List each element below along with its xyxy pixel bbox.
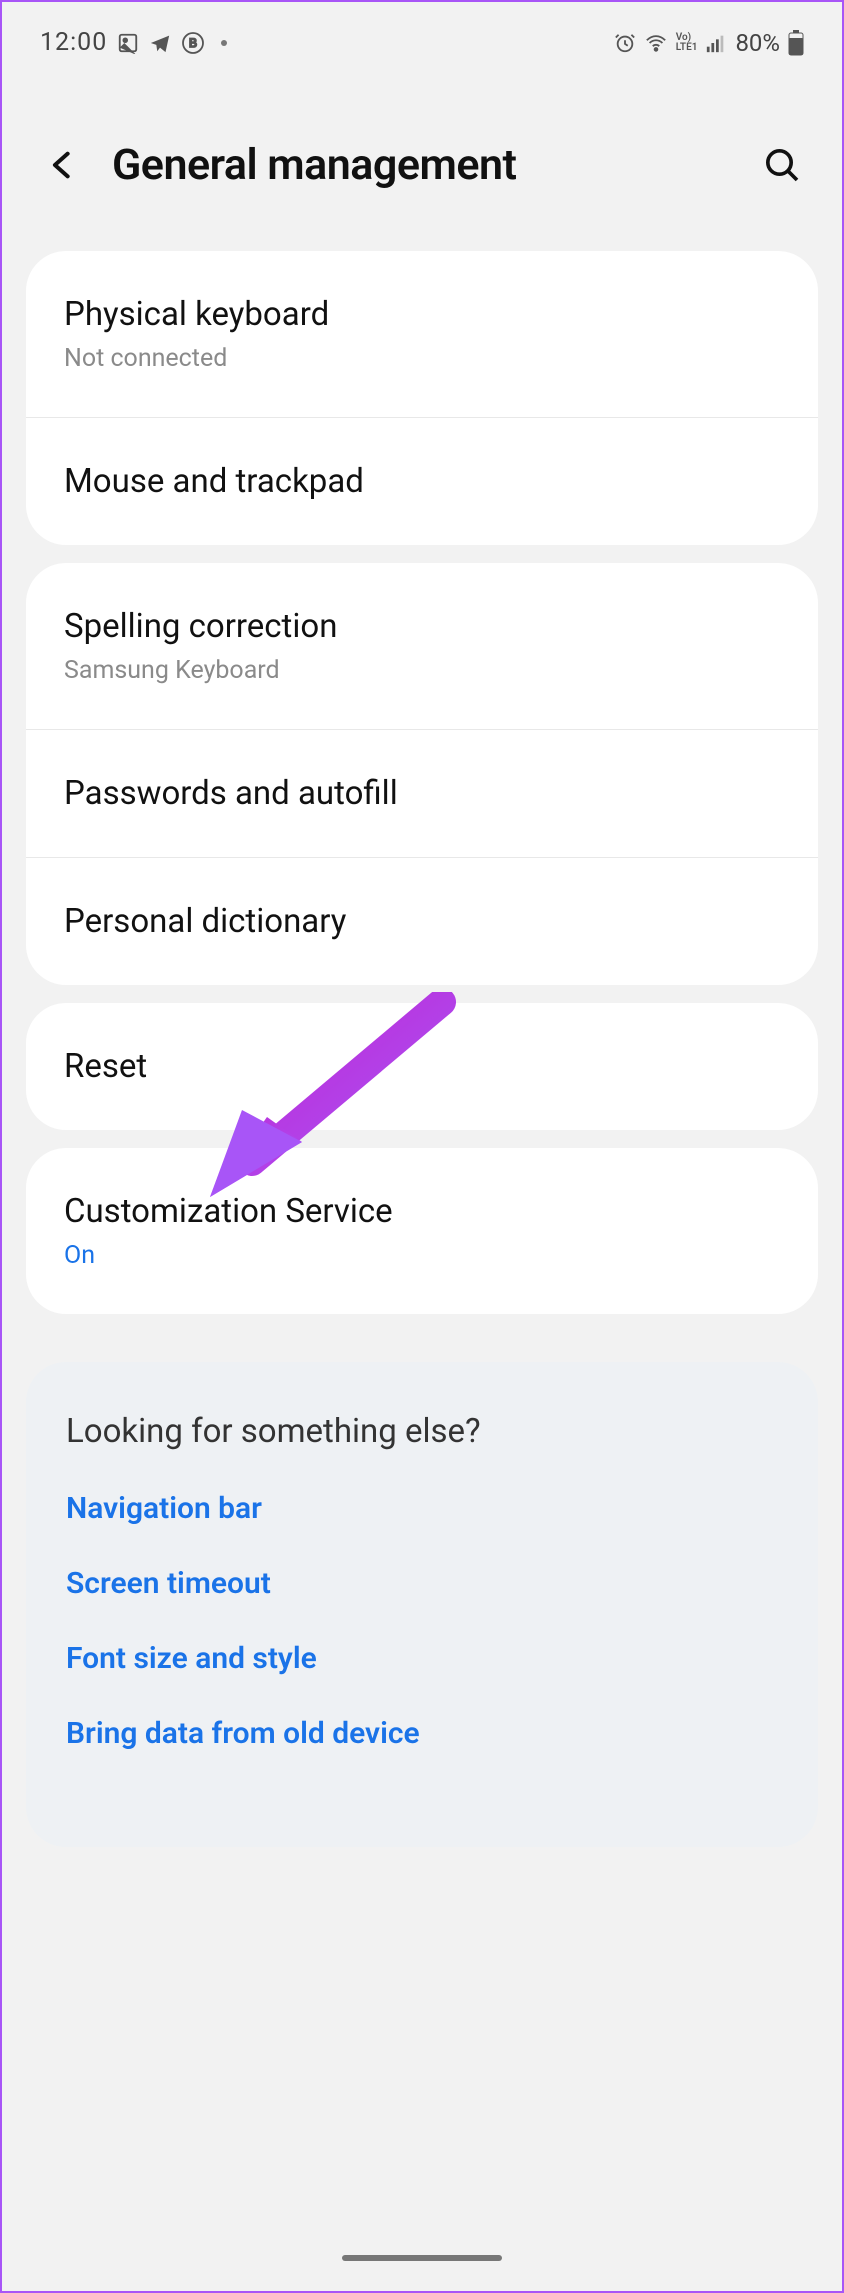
item-subtitle: Samsung Keyboard <box>64 656 780 685</box>
item-title: Physical keyboard <box>64 295 780 334</box>
physical-keyboard-item[interactable]: Physical keyboard Not connected <box>26 251 818 417</box>
item-title: Spelling correction <box>64 607 780 646</box>
item-title: Passwords and autofill <box>64 774 780 813</box>
passwords-autofill-item[interactable]: Passwords and autofill <box>26 729 818 857</box>
screen-timeout-link[interactable]: Screen timeout <box>66 1566 778 1601</box>
item-title: Reset <box>64 1047 780 1086</box>
item-title: Customization Service <box>64 1192 780 1231</box>
related-title: Looking for something else? <box>66 1412 778 1451</box>
settings-group-input: Physical keyboard Not connected Mouse an… <box>26 251 818 545</box>
wifi-icon <box>644 32 668 54</box>
signal-icon <box>705 32 727 54</box>
status-bar: 12:00 B Vo)LTE1 80% <box>2 2 842 67</box>
settings-group-customization: Customization Service On <box>26 1148 818 1314</box>
item-title: Personal dictionary <box>64 902 780 941</box>
battery-percent: 80% <box>735 29 780 57</box>
page-title: General management <box>112 140 754 190</box>
status-time: 12:00 <box>40 28 107 57</box>
battery-icon <box>788 30 804 56</box>
settings-group-reset: Reset <box>26 1003 818 1130</box>
back-button[interactable] <box>34 137 90 193</box>
status-dot-icon <box>221 40 227 46</box>
bring-data-link[interactable]: Bring data from old device <box>66 1716 778 1751</box>
related-settings-card: Looking for something else? Navigation b… <box>26 1362 818 1847</box>
personal-dictionary-item[interactable]: Personal dictionary <box>26 857 818 985</box>
alarm-icon <box>614 32 636 54</box>
telegram-icon <box>149 32 171 54</box>
b-circle-icon: B <box>181 31 205 55</box>
page-header: General management <box>2 67 842 233</box>
reset-item[interactable]: Reset <box>26 1003 818 1130</box>
mouse-trackpad-item[interactable]: Mouse and trackpad <box>26 417 818 545</box>
item-subtitle: On <box>64 1241 780 1270</box>
customization-service-item[interactable]: Customization Service On <box>26 1148 818 1314</box>
settings-group-text: Spelling correction Samsung Keyboard Pas… <box>26 563 818 985</box>
font-size-style-link[interactable]: Font size and style <box>66 1641 778 1676</box>
home-indicator[interactable] <box>342 2255 502 2261</box>
item-title: Mouse and trackpad <box>64 462 780 501</box>
item-subtitle: Not connected <box>64 344 780 373</box>
spelling-correction-item[interactable]: Spelling correction Samsung Keyboard <box>26 563 818 729</box>
search-button[interactable] <box>754 137 810 193</box>
navigation-bar-link[interactable]: Navigation bar <box>66 1491 778 1526</box>
svg-text:B: B <box>189 36 197 50</box>
image-icon <box>117 32 139 54</box>
volte-icon: Vo)LTE1 <box>676 33 698 53</box>
